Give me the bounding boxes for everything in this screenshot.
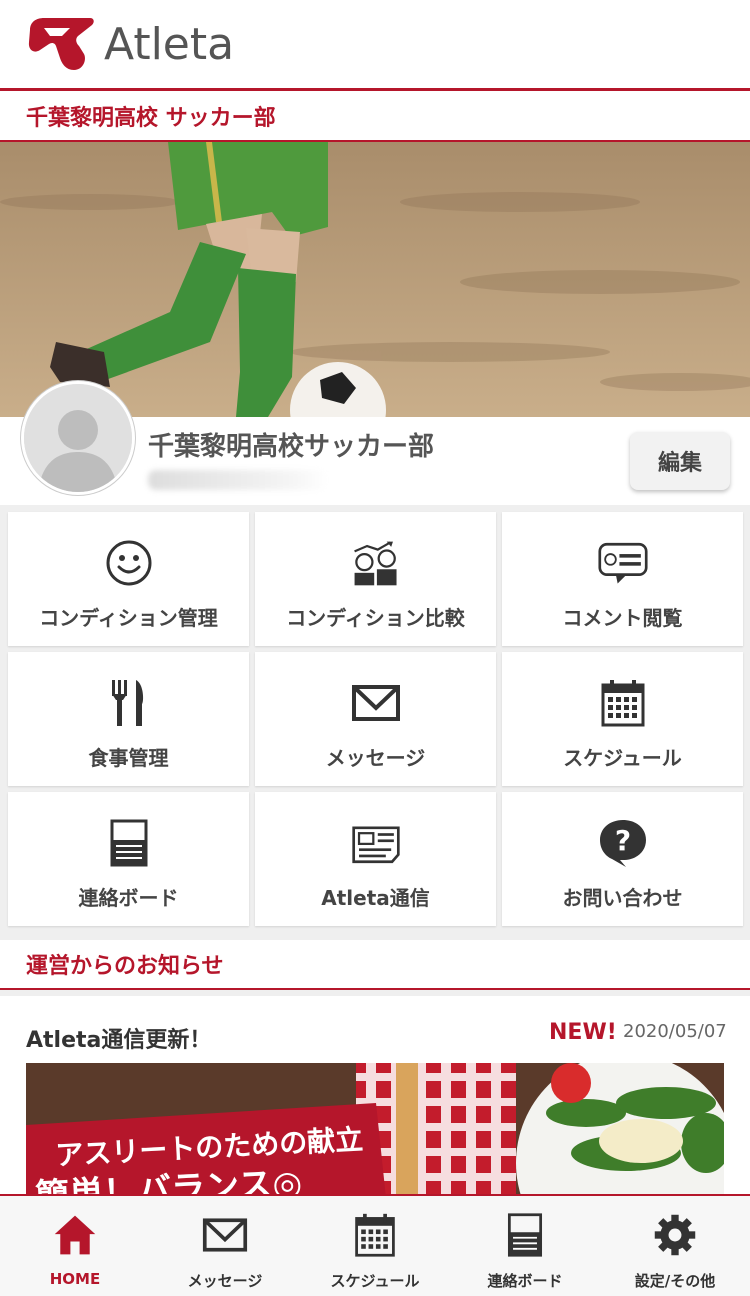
edit-button[interactable]: 編集 xyxy=(630,432,730,490)
tab-label: 連絡ボード xyxy=(487,1272,563,1290)
board-icon xyxy=(507,1213,543,1257)
team-id-blurred xyxy=(148,470,328,490)
menu-atleta-news[interactable]: Atleta通信 xyxy=(255,792,496,926)
soccer-cover-illustration xyxy=(0,142,750,417)
calendar-icon xyxy=(601,680,644,727)
bottom-tab-bar: HOME メッセージ スケジュール 連絡ボード 設定/その他 xyxy=(0,1194,750,1296)
home-icon xyxy=(54,1215,96,1255)
menu-label: Atleta通信 xyxy=(321,886,430,910)
menu-label: コメント閲覧 xyxy=(562,606,683,630)
atleta-logo-icon xyxy=(28,18,94,70)
menu-condition-compare[interactable]: コンディション比較 xyxy=(255,512,496,646)
tab-label: スケジュール xyxy=(330,1272,420,1290)
menu-inquiry[interactable]: ? お問い合わせ xyxy=(502,792,743,926)
menu-contact-board[interactable]: 連絡ボード xyxy=(8,792,249,926)
tab-contact-board[interactable]: 連絡ボード xyxy=(450,1196,600,1296)
tab-home[interactable]: HOME xyxy=(0,1196,150,1296)
tab-label: 設定/その他 xyxy=(634,1272,716,1290)
new-badge: NEW! xyxy=(549,1020,617,1045)
news-date: 2020/05/07 xyxy=(623,1021,727,1042)
team-avatar[interactable] xyxy=(21,381,135,495)
envelope-icon xyxy=(202,1218,248,1252)
person-silhouette-icon xyxy=(24,384,132,492)
menu-label: 食事管理 xyxy=(88,746,169,770)
tab-label: HOME xyxy=(49,1270,101,1288)
menu-label: メッセージ xyxy=(325,746,426,770)
cover-photo xyxy=(0,142,750,417)
compare-people-icon xyxy=(353,541,397,586)
news-section-header: 運営からのお知らせ xyxy=(0,940,750,990)
smiley-icon xyxy=(106,540,151,586)
tab-schedule[interactable]: スケジュール xyxy=(300,1196,450,1296)
newspaper-icon xyxy=(351,826,400,864)
news-item-title[interactable]: Atleta通信更新！ xyxy=(26,1022,211,1054)
team-title: 千葉黎明高校 サッカー部 xyxy=(26,105,276,131)
news-banner[interactable]: アスリートのための献立 簡単！バランス◎ xyxy=(26,1063,724,1198)
menu-label: スケジュール xyxy=(563,746,682,770)
board-icon xyxy=(110,819,147,867)
svg-text:?: ? xyxy=(614,824,630,857)
menu-message[interactable]: メッセージ xyxy=(255,652,496,786)
menu-schedule[interactable]: スケジュール xyxy=(502,652,743,786)
tab-message[interactable]: メッセージ xyxy=(150,1196,300,1296)
menu-label: 連絡ボード xyxy=(78,886,179,910)
team-title-bar: 千葉黎明高校 サッカー部 xyxy=(0,88,750,142)
menu-label: お問い合わせ xyxy=(562,886,683,910)
menu-meal-management[interactable]: 食事管理 xyxy=(8,652,249,786)
comment-icon xyxy=(597,542,648,584)
tab-label: メッセージ xyxy=(187,1272,263,1290)
app-header: Atleta xyxy=(0,0,750,88)
question-bubble-icon: ? xyxy=(599,820,646,867)
fork-knife-icon xyxy=(111,680,143,726)
menu-condition-management[interactable]: コンディション管理 xyxy=(8,512,249,646)
calendar-icon xyxy=(355,1213,395,1257)
tab-settings[interactable]: 設定/その他 xyxy=(600,1196,750,1296)
brand-name: Atleta xyxy=(104,18,235,70)
menu-comment-view[interactable]: コメント閲覧 xyxy=(502,512,743,646)
gear-icon xyxy=(654,1214,696,1256)
news-section-title: 運営からのお知らせ xyxy=(26,954,224,979)
menu-grid: コンディション管理 コンディション比較 コメント閲覧 食事管理 メッセージ スケ… xyxy=(8,512,743,926)
envelope-icon xyxy=(351,685,400,721)
team-name: 千葉黎明高校サッカー部 xyxy=(148,432,435,462)
menu-label: コンディション管理 xyxy=(39,606,218,630)
menu-label: コンディション比較 xyxy=(286,606,465,630)
meal-banner-illustration: アスリートのための献立 簡単！バランス◎ xyxy=(26,1063,724,1198)
